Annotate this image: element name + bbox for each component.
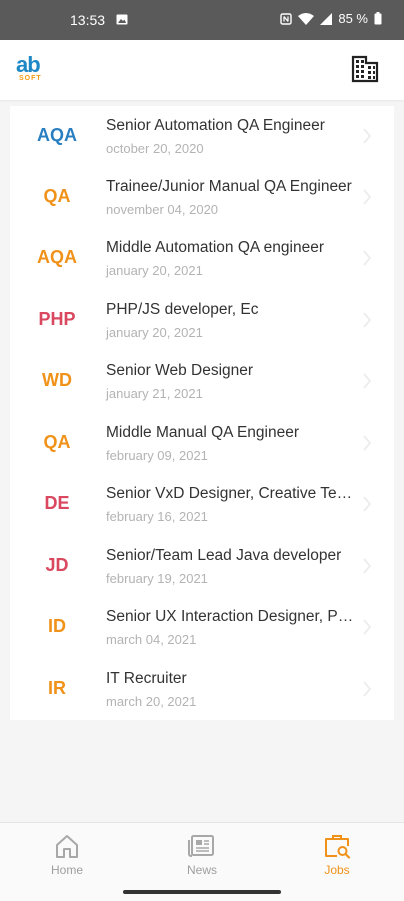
company-logo: ab SOFT (16, 52, 50, 86)
job-abbreviation: DE (44, 493, 70, 513)
status-right: 85 % (280, 11, 382, 26)
job-title: Middle Automation QA engineer (106, 239, 324, 256)
job-date: october 20, 2020 (106, 141, 204, 156)
job-date: january 20, 2021 (106, 325, 203, 340)
newspaper-icon (188, 835, 214, 857)
job-date: february 19, 2021 (106, 571, 208, 586)
battery-icon (374, 12, 382, 25)
chevron-right-icon (363, 496, 372, 512)
signal-icon (320, 12, 333, 25)
job-title: Trainee/Junior Manual QA Engineer (106, 178, 352, 195)
nav-news[interactable]: News (135, 823, 269, 883)
chevron-right-icon (363, 558, 372, 574)
chevron-right-icon (363, 312, 372, 328)
chevron-right-icon (363, 681, 372, 697)
job-title: Senior VxD Designer, Creative Team (106, 485, 354, 502)
job-date: january 20, 2021 (106, 263, 203, 278)
home-icon (56, 835, 78, 858)
office-building-icon[interactable] (350, 55, 380, 83)
job-date: february 16, 2021 (106, 509, 208, 524)
logo-soft: SOFT (19, 75, 42, 82)
job-date: january 21, 2021 (106, 386, 203, 401)
gesture-home-indicator (123, 890, 281, 894)
job-title: Senior Automation QA Engineer (106, 117, 325, 134)
job-title: Senior Web Designer (106, 362, 254, 379)
job-date: november 04, 2020 (106, 202, 219, 217)
app-bar (0, 40, 404, 100)
job-abbreviation: WD (42, 370, 72, 390)
nav-jobs-label: Jobs (324, 863, 350, 877)
nav-jobs[interactable]: Jobs (270, 823, 404, 883)
battery-percent: 85 % (338, 11, 368, 26)
chevron-right-icon (363, 619, 372, 635)
job-abbreviation: QA (43, 432, 71, 452)
chevron-right-icon (363, 250, 372, 266)
job-list: AQA Senior Automation QA Engineer octobe… (10, 106, 394, 720)
job-date: february 09, 2021 (106, 448, 208, 463)
nfc-icon (280, 12, 293, 25)
job-abbreviation: QA (43, 186, 71, 206)
job-abbreviation: ID (48, 616, 66, 636)
job-abbreviation: JD (45, 555, 69, 575)
job-list-item[interactable]: PHP PHP/JS developer, Ec january 20, 202… (10, 290, 394, 351)
job-title: Senior/Team Lead Java developer (106, 547, 342, 564)
chevron-right-icon (363, 128, 372, 144)
job-abbreviation: AQA (37, 125, 77, 145)
wifi-icon (298, 12, 315, 25)
job-list-item[interactable]: AQA Middle Automation QA engineer januar… (10, 228, 394, 289)
job-abbreviation: AQA (37, 247, 77, 267)
job-title: IT Recruiter (106, 670, 187, 687)
chevron-right-icon (363, 435, 372, 451)
job-list-item[interactable]: DE Senior VxD Designer, Creative Team fe… (10, 474, 394, 535)
job-list-item[interactable]: QA Middle Manual QA Engineer february 09… (10, 413, 394, 474)
job-list-item[interactable]: AQA Senior Automation QA Engineer octobe… (10, 106, 394, 167)
job-list-item[interactable]: IR IT Recruiter march 20, 2021 (10, 659, 394, 720)
job-title: PHP/JS developer, Ec (106, 301, 259, 318)
job-list-item[interactable]: WD Senior Web Designer january 21, 2021 (10, 351, 394, 412)
job-list-item[interactable]: ID Senior UX Interaction Designer, Produ… (10, 597, 394, 658)
job-abbreviation: IR (48, 678, 66, 698)
status-bar: 13:53 85 % (0, 0, 404, 40)
status-time: 13:53 (70, 12, 106, 28)
job-date: march 04, 2021 (106, 632, 197, 647)
chevron-right-icon (363, 189, 372, 205)
job-list-item[interactable]: JD Senior/Team Lead Java developer febru… (10, 536, 394, 597)
briefcase-search-icon (325, 835, 351, 859)
nav-news-label: News (186, 863, 217, 877)
job-list-item[interactable]: QA Trainee/Junior Manual QA Engineer nov… (10, 167, 394, 228)
job-date: march 20, 2021 (106, 694, 197, 709)
nav-home[interactable]: Home (0, 823, 134, 883)
job-title: Senior UX Interaction Designer, Product (106, 608, 354, 625)
job-abbreviation: PHP (38, 309, 76, 329)
job-title: Middle Manual QA Engineer (106, 424, 300, 441)
chevron-right-icon (363, 373, 372, 389)
nav-home-label: Home (50, 863, 83, 877)
image-notification-icon (116, 14, 128, 25)
